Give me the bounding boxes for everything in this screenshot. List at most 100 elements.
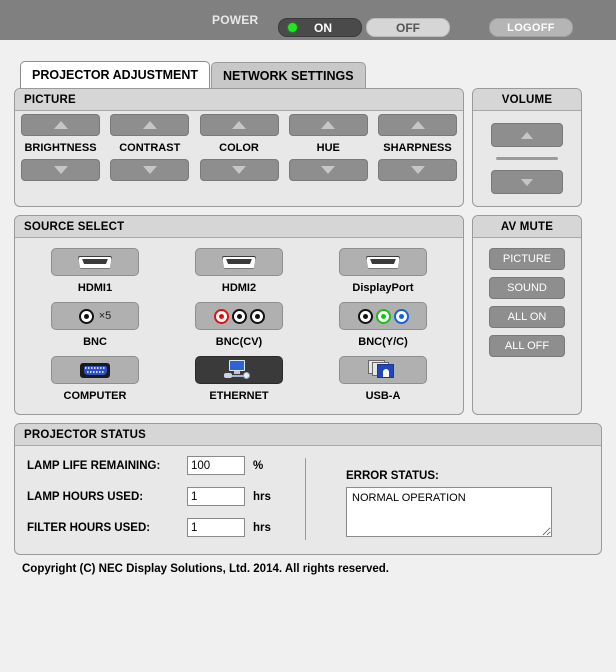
sharpness-down-button[interactable] <box>378 159 457 181</box>
lamp-life-unit: % <box>253 459 264 472</box>
source-label-computer: COMPUTER <box>63 390 127 402</box>
volume-panel: VOLUME <box>472 88 582 207</box>
brightness-down-button[interactable] <box>21 159 100 181</box>
source-label-bnc: BNC <box>83 336 107 348</box>
source-item-hdmi2: HDMI2 <box>195 248 283 294</box>
source-button-ethernet[interactable] <box>195 356 283 384</box>
lamp-hours-value-field[interactable] <box>187 487 245 506</box>
source-label-bnc-cv: BNC(CV) <box>215 336 263 348</box>
bnc-triple-rgb-icon <box>213 308 265 324</box>
hue-label: HUE <box>316 142 340 154</box>
volume-panel-title: VOLUME <box>473 89 581 111</box>
projector-status-panel: PROJECTOR STATUS LAMP LIFE REMAINING: % … <box>14 423 602 555</box>
hue-down-button[interactable] <box>288 159 368 181</box>
source-button-usb-a[interactable] <box>339 356 427 384</box>
source-button-bnc-yc[interactable] <box>339 302 427 330</box>
source-item-displayport: DisplayPort <box>339 248 427 294</box>
av-mute-all-off-button[interactable]: ALL OFF <box>489 335 565 357</box>
logoff-button[interactable]: LOGOFF <box>489 18 573 37</box>
tab-bar: PROJECTOR ADJUSTMENT NETWORK SETTINGS <box>0 60 616 88</box>
error-status-textarea[interactable]: NORMAL OPERATION <box>346 487 552 537</box>
source-item-computer: COMPUTER <box>51 356 139 402</box>
color-down-button[interactable] <box>199 159 279 181</box>
power-on-button[interactable]: ON <box>278 18 362 37</box>
triangle-up-icon <box>53 121 68 129</box>
picture-control-contrast: CONTRAST <box>110 114 190 181</box>
power-bar: POWER ON OFF LOGOFF <box>0 0 616 40</box>
projector-status-metrics: LAMP LIFE REMAINING: % LAMP HOURS USED: … <box>15 456 305 542</box>
triangle-down-icon <box>521 178 533 186</box>
hue-up-button[interactable] <box>288 114 368 136</box>
picture-volume-row: PICTURE BRIGHTNESS CONTRAST COLOR HUE SH… <box>14 88 602 207</box>
triangle-up-icon <box>232 121 246 129</box>
source-item-bnc: ×5 BNC <box>51 302 139 348</box>
projector-status-title: PROJECTOR STATUS <box>15 424 601 446</box>
source-button-computer[interactable] <box>51 356 139 384</box>
power-label: POWER <box>212 13 259 27</box>
usb-images-icon <box>368 360 398 380</box>
av-mute-all-on-button[interactable]: ALL ON <box>489 306 565 328</box>
copyright-text: Copyright (C) NEC Display Solutions, Ltd… <box>22 563 390 575</box>
source-button-hdmi1[interactable] <box>51 248 139 276</box>
sharpness-label: SHARPNESS <box>383 142 452 154</box>
picture-control-hue: HUE <box>288 114 368 181</box>
volume-up-button[interactable] <box>491 123 563 147</box>
filter-hours-label: FILTER HOURS USED: <box>27 521 151 534</box>
source-button-bnc-cv[interactable] <box>195 302 283 330</box>
contrast-down-button[interactable] <box>110 159 190 181</box>
lamp-hours-label: LAMP HOURS USED: <box>27 490 144 503</box>
status-row-filter-hours: FILTER HOURS USED: hrs <box>27 518 305 537</box>
triangle-down-icon <box>410 166 425 174</box>
picture-control-brightness: BRIGHTNESS <box>21 114 100 181</box>
filter-hours-value-field[interactable] <box>187 518 245 537</box>
volume-divider <box>496 157 558 160</box>
av-mute-picture-button[interactable]: PICTURE <box>489 248 565 270</box>
volume-controls <box>473 111 581 206</box>
av-mute-panel: AV MUTE PICTURE SOUND ALL ON ALL OFF <box>472 215 582 415</box>
error-status-label: ERROR STATUS: <box>346 470 439 482</box>
triangle-down-icon <box>53 166 68 174</box>
triangle-down-icon <box>142 166 157 174</box>
source-select-grid: HDMI1 HDMI2 DisplayPort ×5 BNC BNC(CV) B… <box>15 238 463 414</box>
source-button-displayport[interactable] <box>339 248 427 276</box>
status-row-lamp-hours: LAMP HOURS USED: hrs <box>27 487 305 506</box>
picture-control-color: COLOR <box>199 114 279 181</box>
hdmi-connector-icon <box>78 255 112 269</box>
vga-connector-icon <box>80 362 110 378</box>
tab-projector-adjustment[interactable]: PROJECTOR ADJUSTMENT <box>20 61 210 88</box>
triangle-down-icon <box>321 166 336 174</box>
tab-network-settings[interactable]: NETWORK SETTINGS <box>211 62 366 88</box>
power-led-icon <box>288 23 297 32</box>
av-mute-sound-button[interactable]: SOUND <box>489 277 565 299</box>
source-label-bnc-yc: BNC(Y/C) <box>358 336 408 348</box>
hdmi-connector-icon <box>222 255 256 269</box>
main-content: PICTURE BRIGHTNESS CONTRAST COLOR HUE SH… <box>0 88 616 555</box>
triangle-down-icon <box>232 166 246 174</box>
contrast-up-button[interactable] <box>110 114 190 136</box>
lamp-life-value-field[interactable] <box>187 456 245 475</box>
lamp-hours-unit: hrs <box>253 490 271 503</box>
bnc-multiplier-label: ×5 <box>98 310 112 322</box>
source-button-hdmi2[interactable] <box>195 248 283 276</box>
volume-down-button[interactable] <box>491 170 563 194</box>
color-up-button[interactable] <box>199 114 279 136</box>
source-item-bnc-cv: BNC(CV) <box>195 302 283 348</box>
picture-controls: BRIGHTNESS CONTRAST COLOR HUE SHARPNESS <box>15 111 463 185</box>
source-item-usb-a: USB-A <box>339 356 427 402</box>
displayport-connector-icon <box>366 255 400 269</box>
source-select-title: SOURCE SELECT <box>15 216 463 238</box>
power-off-button[interactable]: OFF <box>366 18 450 37</box>
source-item-ethernet: ETHERNET <box>195 356 283 402</box>
source-button-bnc[interactable]: ×5 <box>51 302 139 330</box>
bnc-single-x5-icon: ×5 <box>78 308 112 324</box>
source-label-usb-a: USB-A <box>365 390 401 402</box>
source-avmute-row: SOURCE SELECT HDMI1 HDMI2 DisplayPort ×5… <box>14 215 602 415</box>
av-mute-title: AV MUTE <box>473 216 581 238</box>
brightness-up-button[interactable] <box>21 114 100 136</box>
source-item-hdmi1: HDMI1 <box>51 248 139 294</box>
brightness-label: BRIGHTNESS <box>24 142 97 154</box>
source-label-ethernet: ETHERNET <box>209 390 269 402</box>
sharpness-up-button[interactable] <box>378 114 457 136</box>
contrast-label: CONTRAST <box>119 142 181 154</box>
source-label-hdmi1: HDMI1 <box>77 282 113 294</box>
